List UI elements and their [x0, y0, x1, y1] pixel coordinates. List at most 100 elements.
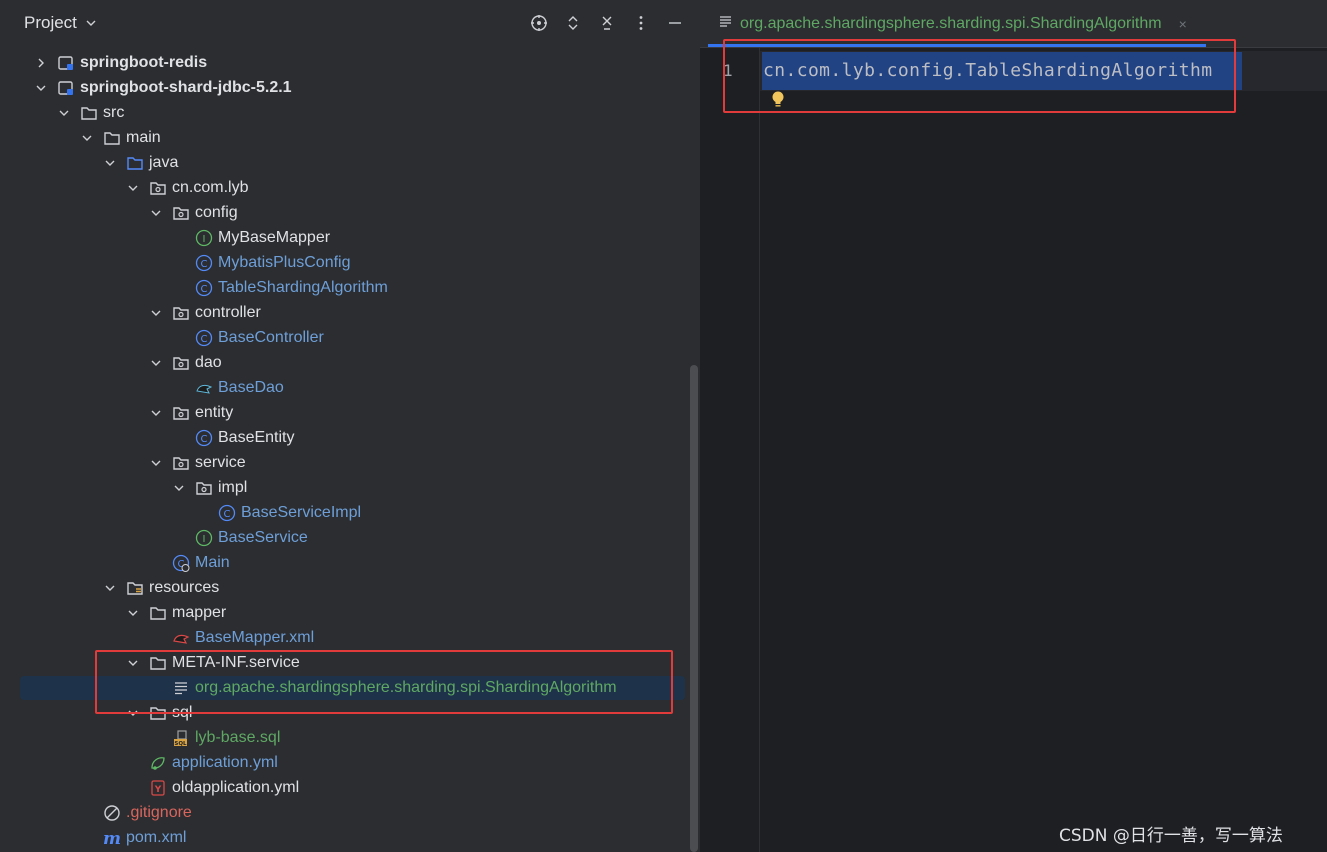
chevron-down-icon[interactable] [149, 306, 163, 320]
tree-item[interactable]: application.yml [0, 750, 690, 775]
tree-item-label: config [195, 203, 238, 221]
chevron-down-icon[interactable] [149, 406, 163, 420]
expand-collapse-button[interactable] [556, 10, 590, 36]
tree-item-label: java [149, 153, 179, 171]
line-gutter [700, 48, 760, 852]
chevron-down-icon[interactable] [149, 456, 163, 470]
tree-item[interactable]: controller [0, 300, 690, 325]
package-icon [172, 454, 190, 472]
class-icon: C [195, 329, 213, 347]
tree-item-label: BaseDao [218, 378, 284, 396]
tree-item[interactable]: C BaseController [0, 325, 690, 350]
tree-item[interactable]: C BaseEntity [0, 425, 690, 450]
collapse-all-button[interactable] [590, 10, 624, 36]
tree-item-label: springboot-shard-jdbc-5.2.1 [80, 78, 292, 96]
mybatis-mapper-icon [195, 379, 213, 397]
tree-item[interactable]: config [0, 200, 690, 225]
tree-item[interactable]: I MyBaseMapper [0, 225, 690, 250]
tree-item[interactable]: .gitignore [0, 800, 690, 825]
svg-text:Y: Y [154, 785, 162, 795]
chevron-down-icon[interactable] [172, 481, 186, 495]
svg-text:C: C [224, 509, 231, 520]
tree-item-label: resources [149, 578, 220, 596]
chevron-down-icon[interactable] [103, 156, 117, 170]
expand-collapse-icon [568, 16, 578, 30]
tree-item[interactable]: C MybatisPlusConfig [0, 250, 690, 275]
minimize-icon [669, 22, 681, 24]
chevron-right-icon[interactable] [34, 56, 48, 70]
tree-item-label: lyb-base.sql [195, 728, 281, 746]
locate-button[interactable] [522, 10, 556, 36]
tree-item[interactable]: Yoldapplication.yml [0, 775, 690, 800]
locate-icon [531, 15, 547, 31]
chevron-down-icon[interactable] [126, 181, 140, 195]
watermark: CSDN @日行一善，写一算法 [1059, 826, 1283, 846]
project-panel: Project springboot-redis springboot-shard… [0, 0, 700, 852]
tree-item[interactable]: dao [0, 350, 690, 375]
highlight-box-code [723, 39, 1236, 113]
more-options-button[interactable] [624, 10, 658, 36]
class-icon: C [218, 504, 236, 522]
tree-item[interactable]: impl [0, 475, 690, 500]
chevron-down-icon[interactable] [126, 606, 140, 620]
svg-text:SQL: SQL [174, 741, 187, 747]
tree-item[interactable]: I BaseService [0, 525, 690, 550]
tree-item[interactable]: cn.com.lyb [0, 175, 690, 200]
tree-item[interactable]: C Main [0, 550, 690, 575]
chevron-down-icon[interactable] [149, 206, 163, 220]
close-all-icon [602, 16, 612, 30]
minimize-button[interactable] [658, 10, 692, 36]
scrollbar-thumb[interactable] [690, 365, 698, 852]
tree-item[interactable]: entity [0, 400, 690, 425]
close-icon[interactable]: × [1179, 16, 1187, 32]
tree-item[interactable]: m pom.xml [0, 825, 690, 850]
tree-item[interactable]: mapper [0, 600, 690, 625]
tree-item[interactable]: main [0, 125, 690, 150]
tree-item[interactable]: service [0, 450, 690, 475]
tree-item[interactable]: resources [0, 575, 690, 600]
source-folder-icon [126, 154, 144, 172]
chevron-down-icon[interactable] [34, 81, 48, 95]
tree-item[interactable]: src [0, 100, 690, 125]
chevron-down-icon[interactable] [80, 131, 94, 145]
spring-yml-icon [149, 754, 167, 772]
package-icon [172, 354, 190, 372]
class-icon: C [195, 279, 213, 297]
tree-item[interactable]: springboot-redis [0, 50, 690, 75]
project-view-selector[interactable]: Project [24, 13, 97, 33]
tree-item[interactable]: BaseDao [0, 375, 690, 400]
tree-item-label: TableShardingAlgorithm [218, 278, 388, 296]
folder-icon [80, 104, 98, 122]
maven-icon: m [103, 829, 121, 847]
interface-icon: I [195, 529, 213, 547]
tree-item[interactable]: java [0, 150, 690, 175]
tree-item[interactable]: springboot-shard-jdbc-5.2.1 [0, 75, 690, 100]
tree-item[interactable]: C TableShardingAlgorithm [0, 275, 690, 300]
tree-item[interactable]: C BaseServiceImpl [0, 500, 690, 525]
interface-icon: I [195, 229, 213, 247]
tree-item-label: src [103, 103, 125, 121]
resources-folder-icon [126, 579, 144, 597]
tab-label: org.apache.shardingsphere.sharding.spi.S… [740, 15, 1162, 32]
svg-text:C: C [201, 284, 208, 295]
svg-text:I: I [203, 534, 206, 545]
sql-file-icon: SQL [172, 729, 190, 747]
tree-item-label: cn.com.lyb [172, 178, 249, 196]
tree-item-label: dao [195, 353, 222, 371]
class-icon: C [195, 254, 213, 272]
tree-item-label: application.yml [172, 753, 278, 771]
tree-item[interactable]: BaseMapper.xml [0, 625, 690, 650]
chevron-down-icon[interactable] [103, 581, 117, 595]
editor-panel: org.apache.shardingsphere.sharding.spi.S… [700, 0, 1327, 852]
chevron-down-icon[interactable] [149, 356, 163, 370]
tree-item-label: BaseMapper.xml [195, 628, 315, 646]
tree-item[interactable]: SQL lyb-base.sql [0, 725, 690, 750]
chevron-down-icon[interactable] [57, 106, 71, 120]
